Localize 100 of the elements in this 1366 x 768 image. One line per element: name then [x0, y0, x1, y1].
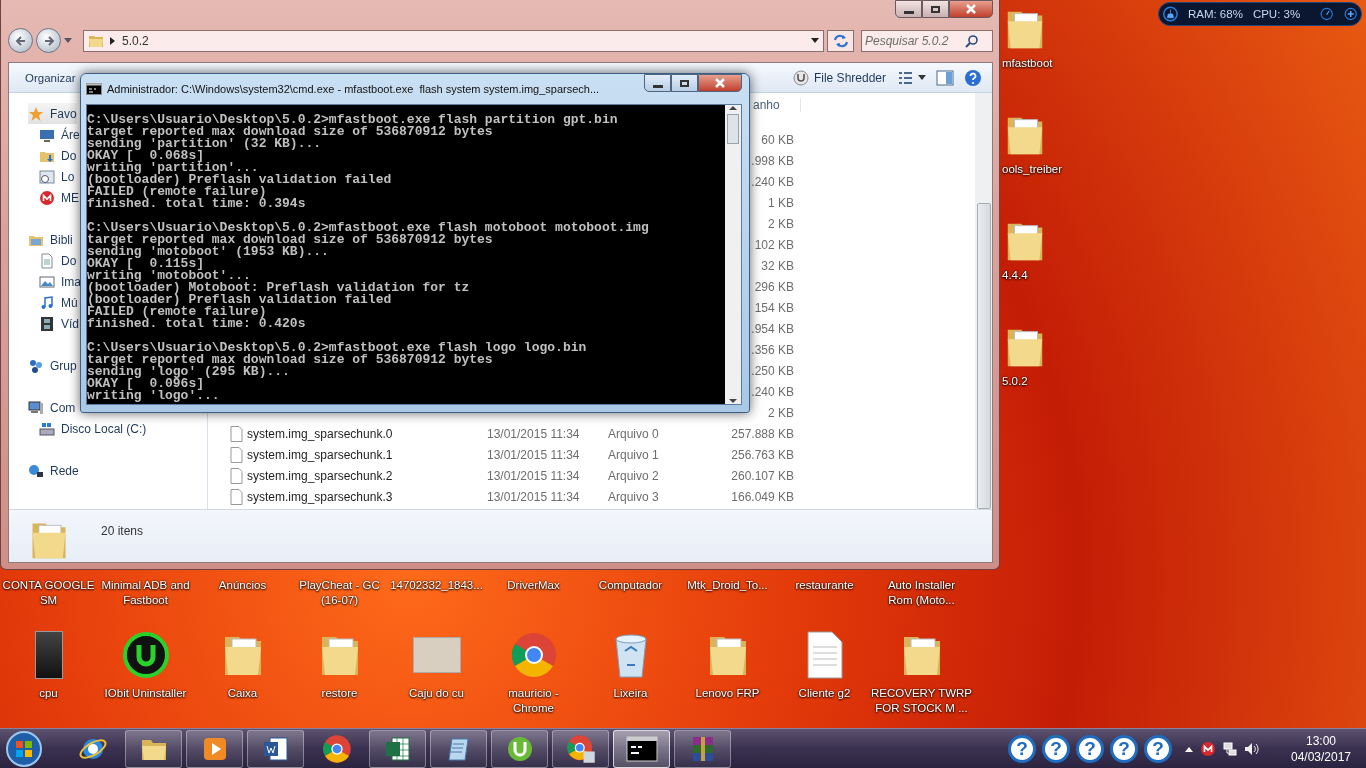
- desktop-icon-label[interactable]: Anúncios: [218, 578, 267, 593]
- console-line: sending 'partition' (32 KB)...: [87, 138, 323, 150]
- forward-arrow-icon: [42, 34, 55, 47]
- desktop-icon-label[interactable]: IObit Uninstaller: [104, 686, 187, 701]
- desktop-icon-label[interactable]: Lixeira: [613, 686, 648, 701]
- sidebar-item[interactable]: Com: [28, 397, 76, 418]
- terminal-icon: [625, 735, 658, 762]
- help-tray-icon[interactable]: ?: [1042, 734, 1070, 763]
- desktop-icon-label[interactable]: mauricio - Chrome: [508, 686, 559, 716]
- phone-photo[interactable]: [34, 631, 63, 679]
- scroll-up-arrow-icon[interactable]: [729, 105, 737, 110]
- console-line: finished. total time: 0.420s: [87, 318, 307, 330]
- desktop-icon-label[interactable]: DriverMax: [507, 578, 560, 593]
- preview-pane-icon[interactable]: [936, 69, 954, 86]
- scrollbar[interactable]: [725, 105, 741, 404]
- desktop-icon-label[interactable]: mfastboot: [1002, 56, 1053, 71]
- file-size: .240 KB: [751, 384, 794, 399]
- desktop-icon-label[interactable]: PlayCheat - GC (16-07): [299, 578, 380, 608]
- taskbar-button[interactable]: [430, 729, 487, 768]
- document-icon[interactable]: [806, 631, 843, 679]
- refresh-button[interactable]: [827, 29, 854, 52]
- column-header[interactable]: anho: [753, 98, 801, 112]
- close-button[interactable]: [949, 0, 993, 18]
- view-list-icon[interactable]: [898, 70, 926, 85]
- scroll-thumb[interactable]: [976, 203, 991, 509]
- plus-icon[interactable]: [1343, 5, 1357, 23]
- taskbar-button[interactable]: [491, 729, 548, 768]
- desktop-icon-label[interactable]: cpu: [39, 686, 58, 701]
- file-size: 2 KB: [768, 216, 794, 231]
- desktop-icon-label[interactable]: Minimal ADB and Fastboot: [101, 578, 190, 608]
- help-tray-icon[interactable]: ?: [1144, 734, 1172, 763]
- help-tray-icon[interactable]: ?: [1008, 734, 1036, 763]
- chrome-icon[interactable]: [509, 631, 558, 679]
- file-type: Arquivo 1: [608, 447, 659, 462]
- desktop-icon-label[interactable]: Auto Installer Rom (Moto...: [887, 578, 956, 608]
- sidebar-item[interactable]: Ima: [39, 271, 81, 292]
- forward-button[interactable]: [36, 28, 61, 54]
- broom-icon[interactable]: [1163, 4, 1178, 24]
- back-button[interactable]: [8, 28, 33, 54]
- circle-u-icon[interactable]: [121, 631, 170, 679]
- sidebar-item[interactable]: Bibli: [28, 229, 73, 250]
- desktop-icon-label[interactable]: Lenovo FRP: [695, 686, 760, 701]
- logo-icon: [39, 189, 55, 206]
- sidebar-item[interactable]: Favo: [28, 103, 77, 124]
- taskbar-button[interactable]: [552, 729, 609, 768]
- file-shredder-button[interactable]: File Shredder: [790, 66, 888, 89]
- caret-icon[interactable]: [811, 37, 819, 44]
- search-field[interactable]: Pesquisar 5.0.2: [861, 29, 993, 52]
- desktop-icon-label[interactable]: restaurante: [795, 578, 854, 593]
- help-icon[interactable]: [964, 68, 982, 87]
- close-button[interactable]: [698, 74, 742, 92]
- maximize-button[interactable]: [922, 0, 949, 18]
- sidebar-item[interactable]: Rede: [28, 460, 79, 481]
- minimize-button[interactable]: [644, 74, 671, 92]
- taskbar-button[interactable]: [125, 729, 182, 768]
- file-size: .250 KB: [751, 363, 794, 378]
- sidebar-item[interactable]: Grup: [28, 355, 77, 376]
- help-tray-icon[interactable]: ?: [1110, 734, 1138, 763]
- desktop-icon-label[interactable]: Mtk_Droid_To...: [687, 578, 768, 593]
- taskbar-button[interactable]: [369, 729, 426, 768]
- logo-icon[interactable]: [1200, 740, 1216, 757]
- taskbar-button[interactable]: [247, 729, 304, 768]
- start-button[interactable]: [5, 729, 43, 768]
- sidebar-item[interactable]: Disco Local (C:): [39, 418, 147, 439]
- sidebar-item[interactable]: Víd: [39, 313, 79, 334]
- minimize-button[interactable]: [895, 0, 922, 18]
- cpu-usage: CPU: 3%: [1252, 8, 1301, 20]
- sidebar-item[interactable]: Do: [39, 250, 77, 271]
- taskbar-button[interactable]: [186, 729, 243, 768]
- scroll-down-arrow-icon[interactable]: [729, 399, 737, 404]
- sidebar-item[interactable]: Lo: [39, 166, 75, 187]
- sidebar-item[interactable]: Áre: [39, 124, 80, 145]
- desktop-icon-label[interactable]: RECOVERY TWRP FOR STOCK M ...: [871, 686, 972, 716]
- file-icon: [230, 446, 243, 463]
- desktop-icon-label[interactable]: 14702332_1843...: [390, 578, 483, 593]
- clock[interactable]: 13:00 04/03/2017: [1286, 732, 1356, 765]
- scrollbar[interactable]: [975, 93, 992, 509]
- sidebar-item[interactable]: Mú: [39, 292, 78, 313]
- help-tray-icon[interactable]: ?: [1076, 734, 1104, 763]
- maximize-button[interactable]: [671, 74, 698, 92]
- taskbar-button[interactable]: [613, 729, 670, 768]
- address-bar[interactable]: 5.0.2: [83, 29, 824, 52]
- console-line: OKAY [ 0.096s]: [87, 378, 205, 390]
- scroll-thumb[interactable]: [727, 114, 739, 144]
- sidebar-item[interactable]: ME: [39, 187, 79, 208]
- desktop-icon-label[interactable]: Caixa: [227, 686, 258, 701]
- desktop-icon-label[interactable]: 4.4.4: [1002, 268, 1028, 283]
- sidebar-item[interactable]: Do: [39, 145, 77, 166]
- network-icon[interactable]: [1222, 740, 1238, 757]
- film-icon: [39, 315, 55, 332]
- desktop-icon-label[interactable]: 5.0.2: [1002, 374, 1028, 389]
- file-icon: [230, 425, 243, 442]
- gauge-icon[interactable]: [1320, 5, 1334, 23]
- desktop-icon-label[interactable]: Computador: [598, 578, 663, 593]
- desktop-icon-label[interactable]: CONTA GOOGLE SM: [2, 578, 95, 608]
- desktop-icon-label[interactable]: ools_treiber: [1002, 162, 1063, 177]
- organize-menu[interactable]: Organizar: [25, 68, 76, 87]
- desktop-icon-label[interactable]: restore: [321, 686, 358, 701]
- desktop-icon-label[interactable]: Cliente g2: [798, 686, 851, 701]
- desktop-icon-label[interactable]: Caju do cu: [409, 686, 464, 701]
